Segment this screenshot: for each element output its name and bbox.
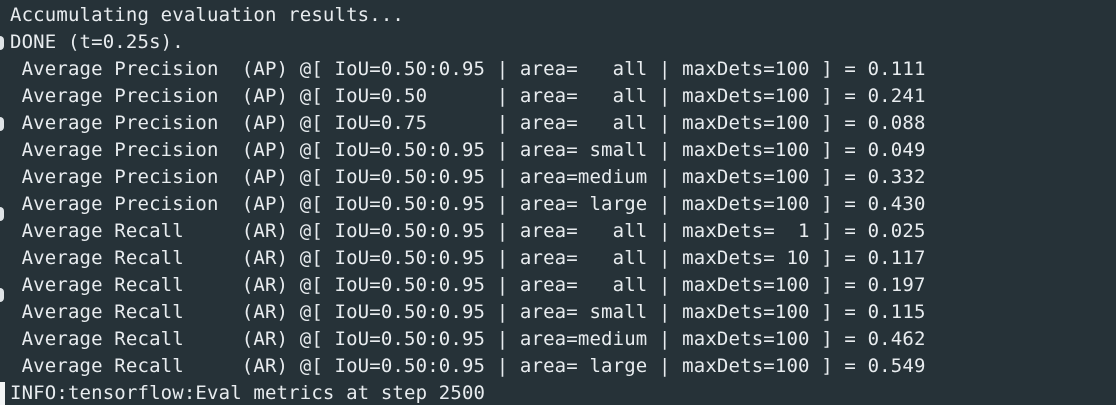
metric-line-ap: Average Precision (AP) @[ IoU=0.50:0.95 … bbox=[10, 58, 926, 80]
metric-line-ap-medium: Average Precision (AP) @[ IoU=0.50:0.95 … bbox=[10, 166, 926, 188]
metric-line-ar-small: Average Recall (AR) @[ IoU=0.50:0.95 | a… bbox=[10, 301, 926, 323]
metric-line-ar-1: Average Recall (AR) @[ IoU=0.50:0.95 | a… bbox=[10, 220, 926, 242]
metric-line-ap-75: Average Precision (AP) @[ IoU=0.75 | are… bbox=[10, 112, 926, 134]
terminal-cursor bbox=[0, 382, 5, 405]
metric-line-ap-small: Average Precision (AP) @[ IoU=0.50:0.95 … bbox=[10, 139, 926, 161]
terminal-output[interactable]: Accumulating evaluation results... DONE … bbox=[0, 0, 1116, 405]
gutter-marker bbox=[0, 288, 4, 302]
metric-line-ar-10: Average Recall (AR) @[ IoU=0.50:0.95 | a… bbox=[10, 247, 926, 269]
metric-line-ar-100: Average Recall (AR) @[ IoU=0.50:0.95 | a… bbox=[10, 274, 926, 296]
log-line-status: Accumulating evaluation results... bbox=[10, 4, 405, 26]
metric-line-ap-large: Average Precision (AP) @[ IoU=0.50:0.95 … bbox=[10, 193, 926, 215]
log-line-done: DONE (t=0.25s). bbox=[10, 31, 184, 53]
gutter-marker bbox=[0, 207, 4, 221]
gutter-marker bbox=[0, 36, 4, 50]
metric-line-ar-large: Average Recall (AR) @[ IoU=0.50:0.95 | a… bbox=[10, 355, 926, 377]
metric-line-ap-50: Average Precision (AP) @[ IoU=0.50 | are… bbox=[10, 85, 926, 107]
metric-line-ar-medium: Average Recall (AR) @[ IoU=0.50:0.95 | a… bbox=[10, 328, 926, 350]
gutter-marker bbox=[0, 117, 4, 131]
log-line-info: INFO:tensorflow:Eval metrics at step 250… bbox=[10, 382, 486, 404]
